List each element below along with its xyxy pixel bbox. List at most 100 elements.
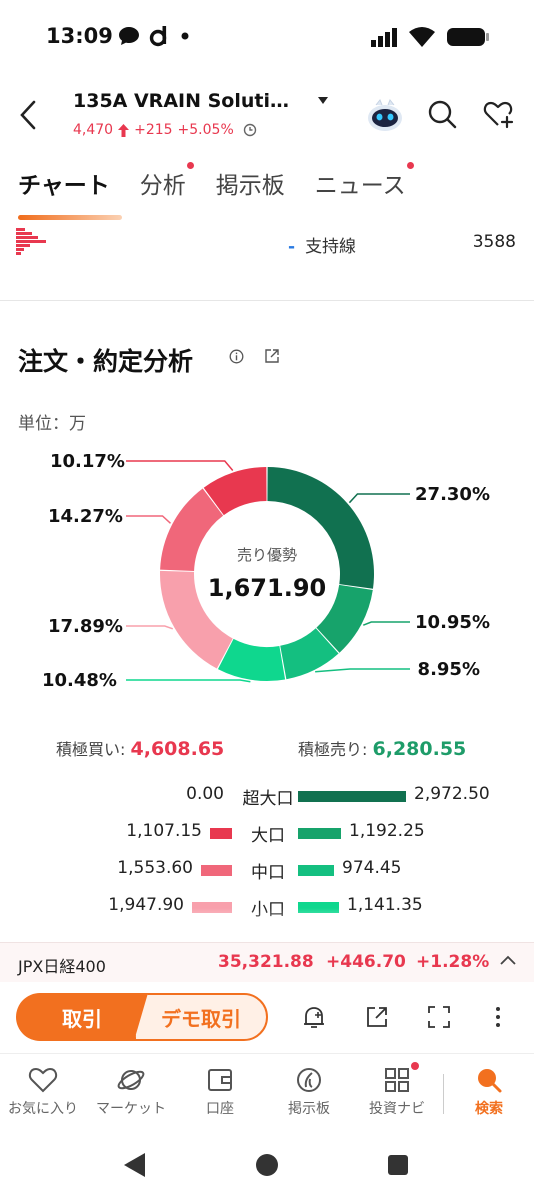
donut-slice-label: 27.30% <box>415 484 490 505</box>
search-icon[interactable] <box>426 98 458 130</box>
tab-board[interactable]: 掲示板 <box>216 166 285 210</box>
buy-amount: 1,107.15 <box>126 821 202 841</box>
sell-bar <box>298 791 406 802</box>
info-icon[interactable] <box>229 349 244 364</box>
order-size-row: 0.00 超大口 2,972.50 <box>0 782 534 819</box>
action-bar: 取引 デモ取引 <box>0 984 534 1054</box>
section-title-icons <box>229 348 280 364</box>
donut-slice-label: 17.89% <box>48 616 123 637</box>
tab-chart[interactable]: チャート <box>18 166 122 220</box>
index-value: 35,321.88 <box>218 952 314 972</box>
buy-bar <box>210 828 232 839</box>
share-icon[interactable] <box>264 348 280 364</box>
sell-amount: 974.45 <box>342 858 402 878</box>
index-ticker-bar[interactable]: JPX日経400 35,321.88 +446.70 +1.28% <box>0 942 534 982</box>
aggressive-sell-value: 6,280.55 <box>372 738 467 760</box>
support-line-legend: - 支持線 <box>288 232 356 257</box>
buy-amount: 0.00 <box>186 784 224 804</box>
index-name: JPX日経400 <box>18 957 106 976</box>
nav-board[interactable]: 掲示板 <box>266 1066 352 1118</box>
donut-center-label: 売り優勢 <box>237 546 297 564</box>
section-title: 注文・約定分析 <box>18 347 194 376</box>
heart-icon <box>28 1067 58 1093</box>
nav-invest-navi[interactable]: 投資ナビ <box>354 1066 440 1118</box>
add-favorite-heart-icon[interactable] <box>482 98 514 130</box>
index-change-pct: +1.28% <box>416 952 490 972</box>
nav-market[interactable]: マーケット <box>88 1066 174 1118</box>
aggressive-summary: 積極買い: 4,608.65 積極売り: 6,280.55 <box>0 736 534 762</box>
wifi-icon <box>409 27 435 47</box>
donut-center-value: 1,671.90 <box>208 574 326 602</box>
app-notification-icon <box>149 26 167 47</box>
status-time: 13:09 <box>46 24 113 48</box>
index-change: +446.70 <box>326 952 406 972</box>
robot-assistant-icon[interactable] <box>364 94 406 136</box>
notification-dot <box>406 162 414 169</box>
system-navigation-bar <box>124 1153 408 1177</box>
price-change-pct: +5.05% <box>177 122 234 138</box>
status-bar: 13:09 <box>0 0 534 76</box>
system-back-icon[interactable] <box>124 1153 145 1177</box>
sell-amount: 2,972.50 <box>414 784 490 804</box>
donut-slice-label: 14.27% <box>48 506 123 527</box>
sell-bar <box>298 828 341 839</box>
price-alert-bell-icon[interactable] <box>300 1003 328 1031</box>
nav-label: お気に入り <box>8 1101 78 1117</box>
donut-slice <box>267 467 374 589</box>
aggressive-sell: 積極売り: 6,280.55 <box>298 736 466 760</box>
section-divider <box>0 300 534 301</box>
tab-news[interactable]: ニュース <box>314 162 414 210</box>
order-donut-chart: 売り優勢 1,671.90 27.30% 10.95% 8.95% 10.48% 17.… <box>42 452 490 691</box>
planet-icon <box>117 1070 145 1090</box>
notification-icons <box>118 25 190 47</box>
notification-dot <box>411 1062 419 1070</box>
stock-name[interactable]: 135A VRAIN Soluti… <box>73 90 289 112</box>
buy-amount: 1,553.60 <box>117 858 193 878</box>
more-vertical-icon[interactable] <box>484 1003 512 1031</box>
up-arrow-icon <box>118 123 130 137</box>
nav-label: 掲示板 <box>288 1101 330 1117</box>
nav-separator <box>443 1074 444 1114</box>
unit-label: 単位：万 <box>18 414 86 434</box>
donut-slice-label: 10.95% <box>415 612 490 633</box>
size-category-label: 中口 <box>251 863 285 883</box>
demo-trade-button[interactable]: デモ取引 <box>134 993 268 1041</box>
support-line-value: 3588 <box>472 232 516 252</box>
tab-label: チャート <box>18 173 110 199</box>
nav-account[interactable]: 口座 <box>177 1066 263 1118</box>
system-recents-icon[interactable] <box>388 1155 408 1175</box>
board-icon <box>297 1068 321 1092</box>
notification-dot <box>186 162 194 169</box>
order-size-row: 1,107.15 大口 1,192.25 <box>0 819 534 856</box>
order-size-row: 1,553.60 中口 974.45 <box>0 856 534 893</box>
search-icon <box>478 1069 502 1093</box>
system-home-icon[interactable] <box>256 1154 278 1176</box>
legend-dash: - <box>288 237 296 257</box>
tab-bar: チャート 分析 掲示板 ニュース <box>18 162 436 220</box>
tab-label: 掲示板 <box>215 173 285 199</box>
share-icon[interactable] <box>363 1003 391 1031</box>
fullscreen-icon[interactable] <box>425 1003 453 1031</box>
bottom-navigation: お気に入り マーケット 口座 掲示板 投資ナビ 検索 <box>0 1058 534 1130</box>
aggressive-sell-label: 積極売り: <box>298 740 368 759</box>
back-arrow-icon[interactable] <box>16 98 40 132</box>
dropdown-caret-icon[interactable] <box>317 96 329 106</box>
grid-icon <box>385 1068 409 1092</box>
size-category-label: 大口 <box>251 826 285 846</box>
nav-favorites[interactable]: お気に入り <box>0 1066 86 1118</box>
wallet-icon <box>208 1069 232 1091</box>
nav-search[interactable]: 検索 <box>446 1066 532 1118</box>
trade-button[interactable]: 取引 <box>16 993 148 1041</box>
stock-price: 4,470 <box>73 122 114 138</box>
price-line: 4,470 +215 +5.05% <box>73 122 257 138</box>
nav-label: 投資ナビ <box>369 1101 425 1117</box>
support-line-label: 支持線 <box>305 237 357 257</box>
aggressive-buy: 積極買い: 4,608.65 <box>56 736 224 760</box>
donut-slice-label: 10.17% <box>50 452 125 472</box>
donut-leader-line <box>126 679 251 683</box>
tab-analysis[interactable]: 分析 <box>140 162 194 210</box>
tab-label: ニュース <box>314 173 406 199</box>
donut-leader-line <box>126 625 174 630</box>
clock-icon <box>243 123 256 137</box>
chevron-up-icon[interactable] <box>498 951 518 971</box>
